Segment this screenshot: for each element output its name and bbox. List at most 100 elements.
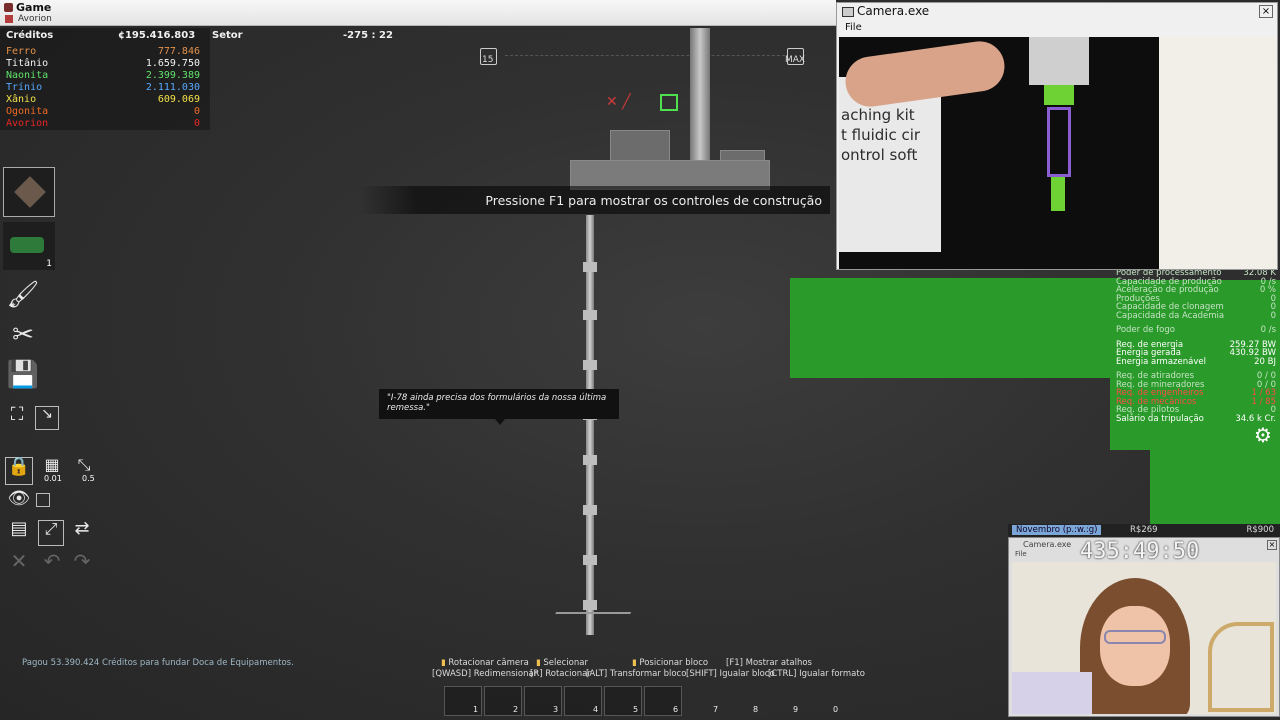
hotbar-number: 4	[593, 705, 599, 714]
checkbox-icon[interactable]	[36, 493, 50, 507]
resources-panel: Créditos ¢195.416.803 Setor Ferro 777.846…	[0, 28, 243, 130]
hotbar-number: 3	[553, 705, 559, 714]
resource-row: Ogonita 0	[6, 106, 200, 118]
resource-value: 609.069	[157, 94, 200, 105]
npc-dialog: "I-78 ainda precisa dos formulários da n…	[379, 389, 619, 425]
resource-row: Xânio 609.069	[6, 94, 200, 106]
save-icon[interactable]: 💾	[6, 362, 40, 396]
game-screen: Game Avorion Créditos ¢195.416.803 Setor…	[0, 0, 1280, 720]
white-panel	[1159, 37, 1277, 269]
hint-place-block: ▮ Posicionar bloco	[632, 658, 709, 668]
resource-value: 777.846	[157, 46, 200, 57]
hint-rotate: [R] Rotacionar	[530, 669, 591, 679]
delete-icon[interactable]: ✕	[5, 551, 33, 577]
resource-value: 2.111.030	[145, 82, 200, 93]
undo-icon[interactable]: ↶	[38, 551, 66, 577]
webcam-menu[interactable]: File	[1015, 550, 1027, 558]
stream-timer: 435:49:50	[1080, 539, 1200, 564]
paint-icon[interactable]: 🖌	[6, 282, 40, 316]
resize-icon[interactable]: ⤢	[38, 520, 64, 546]
close-button[interactable]: ×	[1259, 5, 1273, 18]
eye-icon[interactable]: 👁	[5, 490, 33, 514]
layout-icon[interactable]: ▤	[5, 520, 33, 546]
hint-show-shortcuts: [F1] Mostrar atalhos	[726, 658, 812, 668]
hint-rotate-camera: ▮ Rotacionar câmera	[441, 658, 529, 668]
lock-icon[interactable]: 🔒	[5, 457, 33, 485]
resource-value: 2.399.389	[145, 70, 200, 81]
hotbar-number: 6	[673, 705, 679, 714]
zoom-track	[505, 55, 785, 56]
avorion-icon	[5, 15, 13, 23]
price-high: R$900	[1246, 525, 1274, 535]
stat-value: 34.6 k Cr.	[1235, 413, 1276, 424]
resource-row: Avorion 0	[6, 118, 200, 130]
resource-row: Naonita 2.399.389	[6, 70, 200, 82]
resource-row: Ferro 777.846	[6, 46, 200, 58]
hotbar-number: 2	[513, 705, 519, 714]
build-controls-banner: Pressione F1 para mostrar os controles d…	[360, 186, 830, 214]
swap-icon[interactable]: ⇄	[68, 520, 96, 546]
green-module	[1044, 85, 1074, 105]
zoom-max-label: MAX	[785, 55, 806, 65]
resource-value: 0	[193, 118, 200, 129]
resource-name: Ogonita	[6, 106, 49, 117]
resource-name: Avorion	[6, 118, 49, 129]
stat-label: Poder de fogo	[1116, 325, 1175, 335]
webcam-close-icon[interactable]: ×	[1267, 540, 1277, 550]
resource-row: Titânio 1.659.750	[6, 58, 200, 70]
block-slot-selected[interactable]	[3, 167, 55, 217]
tower-base	[539, 612, 632, 647]
hint-resize: [QWASD] Redimensionar	[432, 669, 538, 679]
green-hologram-block	[790, 278, 1120, 378]
chair	[1208, 622, 1274, 712]
tower-segment	[583, 505, 597, 515]
webcam-info-bar: Novembro (p.:w.:g) R$269 R$900	[1008, 524, 1280, 537]
turret-icon	[10, 237, 44, 253]
resource-value: 0	[193, 106, 200, 117]
mouse-icon: ▮	[441, 658, 446, 668]
window-titlebar: Game Avorion	[0, 0, 836, 26]
stat-value: 20 BJ	[1254, 356, 1276, 367]
hotbar-number: 7	[713, 705, 719, 714]
stat-value: 0	[1270, 310, 1276, 321]
hint-match-shape: [CTRL] Igualar formato	[768, 669, 865, 679]
resource-row: Trínio 2.111.030	[6, 82, 200, 94]
mouse-icon: ▮	[536, 658, 541, 668]
streamer-glasses	[1104, 630, 1166, 644]
window-subtitle: Avorion	[18, 14, 52, 24]
camera-file-menu[interactable]: File	[845, 22, 862, 33]
block-cube-icon	[14, 176, 46, 208]
redo-icon[interactable]: ↷	[68, 551, 96, 577]
sector-coordinates: -275 : 22	[343, 30, 393, 41]
hotbar-number: 5	[633, 705, 639, 714]
mouse-icon: ▮	[632, 658, 637, 668]
settings-gear-icon[interactable]: ⚙	[1254, 423, 1272, 447]
tower-segment	[583, 262, 597, 272]
credits-value: ¢195.416.803	[118, 30, 196, 41]
resource-value: 1.659.750	[145, 58, 200, 69]
hand	[842, 38, 1008, 110]
zoom-min-label: 15	[482, 55, 494, 65]
tower-segment	[583, 455, 597, 465]
grid-value: 0.01	[44, 474, 62, 483]
fullscreen-icon[interactable]: ⛶	[5, 406, 29, 430]
sector-label: Setor	[212, 30, 243, 41]
credits-label: Créditos	[6, 30, 54, 41]
window-title: Game	[16, 1, 52, 14]
stat-row: Capacidade da Academia 0	[1112, 310, 1280, 321]
hotbar-number: 9	[793, 705, 799, 714]
hint-select: ▮ Selecionar	[536, 658, 588, 668]
turret-slot[interactable]: 1	[3, 222, 55, 270]
notification-message: Pagou 53.390.424 Créditos para fundar Do…	[22, 658, 294, 668]
green-target-icon	[660, 94, 678, 111]
tower-segment	[583, 555, 597, 565]
stat-row: Poder de fogo 0 /s	[1112, 326, 1280, 335]
tools-icon[interactable]: ✂	[6, 322, 40, 356]
tool-module	[1029, 37, 1089, 85]
hotbar-number: 1	[473, 705, 479, 714]
select-box-icon[interactable]: ↘	[35, 406, 59, 430]
blanket	[1012, 672, 1092, 714]
target-markers: ✕ ╱	[606, 94, 631, 110]
sign-text: aching kit t fluidic cir ontrol soft	[841, 106, 921, 164]
camera-window: Camera.exe × File aching kit t fluidic c…	[836, 2, 1278, 270]
